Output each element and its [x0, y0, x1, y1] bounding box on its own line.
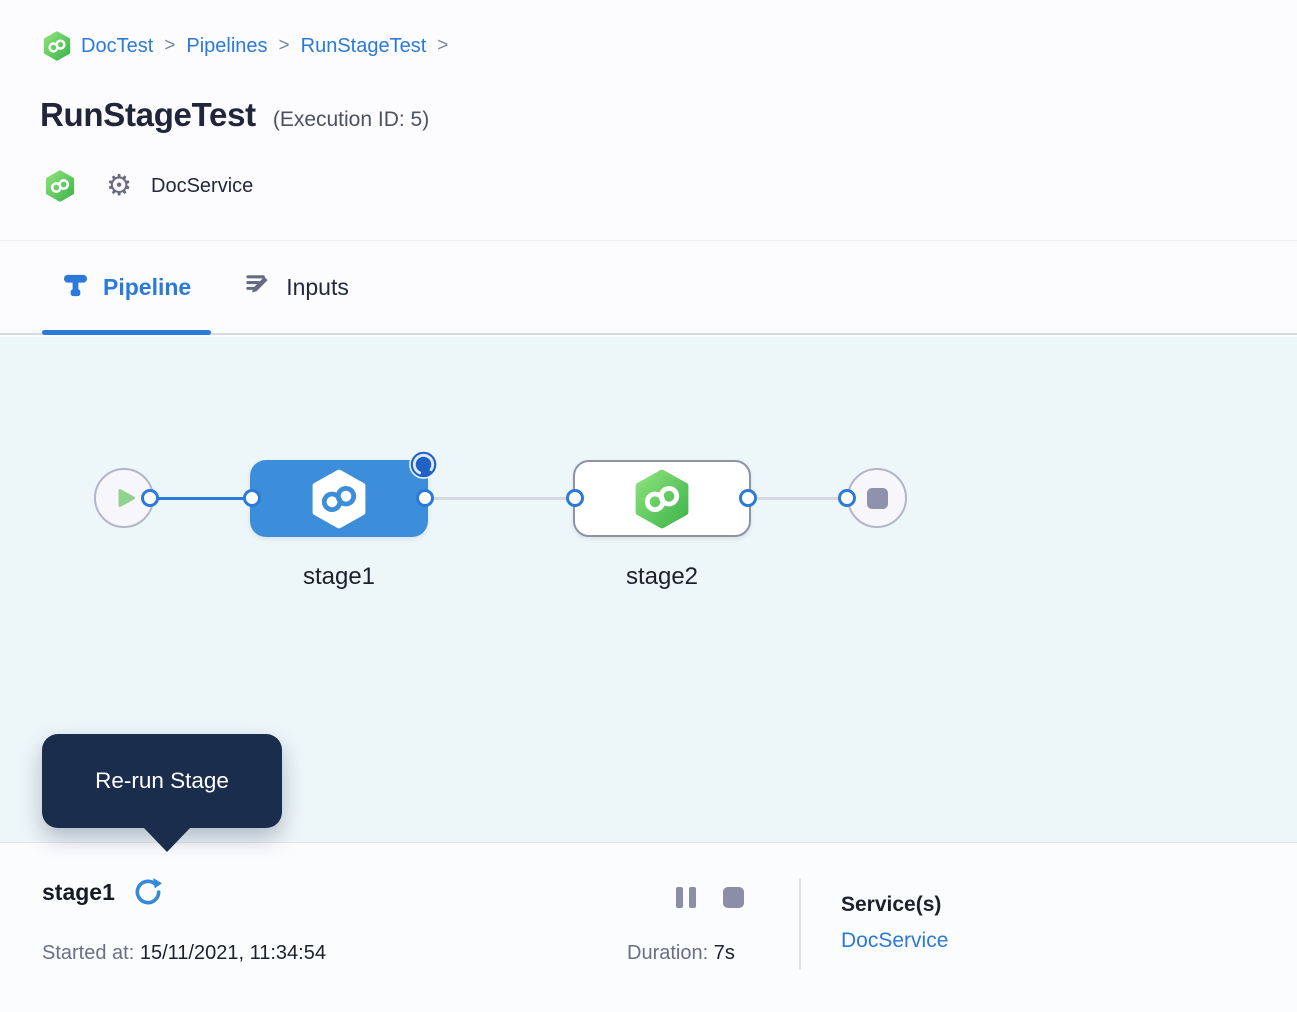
- stage-node-stage1[interactable]: [250, 460, 428, 537]
- started-at-row: Started at: 15/11/2021, 11:34:54: [42, 942, 326, 965]
- rerun-stage-tooltip: Re-run Stage: [42, 734, 282, 828]
- pipeline-end-node: [847, 468, 907, 528]
- running-spinner-icon: [408, 449, 439, 485]
- harness-stage-icon: [632, 469, 692, 529]
- harness-module-icon[interactable]: [42, 31, 72, 61]
- page-title: RunStageTest: [40, 96, 256, 134]
- gear-icon: ⚙: [106, 172, 132, 201]
- started-at-value: 15/11/2021, 11:34:54: [140, 942, 326, 964]
- duration-value: 7s: [714, 942, 735, 964]
- connector-port: [838, 489, 856, 507]
- breadcrumb-item-pipeline-name[interactable]: RunStageTest: [301, 35, 427, 58]
- abort-button[interactable]: [723, 887, 744, 908]
- title-row: RunStageTest (Execution ID: 5): [40, 96, 429, 134]
- tab-bar: Pipeline Inputs: [0, 240, 1297, 335]
- services-block: Service(s) DocService: [841, 893, 948, 953]
- tab-inputs-label: Inputs: [286, 274, 349, 301]
- tab-inputs[interactable]: Inputs: [225, 241, 369, 333]
- play-icon: [114, 486, 138, 510]
- breadcrumb-item-pipelines[interactable]: Pipelines: [186, 35, 267, 58]
- edge-stage2-to-end: [751, 497, 847, 500]
- services-label: Service(s): [841, 893, 948, 917]
- inputs-tab-icon: [245, 271, 272, 304]
- stop-icon: [723, 887, 744, 908]
- selected-stage-name: stage1: [42, 879, 115, 906]
- active-tab-underline: [42, 330, 211, 335]
- breadcrumb: DocTest > Pipelines > RunStageTest >: [42, 31, 450, 61]
- execution-id-label: (Execution ID: 5): [273, 108, 429, 132]
- pipeline-execution-page: DocTest > Pipelines > RunStageTest > Run…: [0, 0, 1297, 1012]
- rerun-stage-button[interactable]: [131, 875, 165, 909]
- pause-button[interactable]: [676, 887, 696, 908]
- service-link[interactable]: DocService: [841, 929, 948, 953]
- pause-icon: [689, 887, 696, 908]
- service-row: ⚙ DocService: [44, 168, 253, 204]
- breadcrumb-separator: >: [277, 35, 292, 57]
- stage-node-stage2[interactable]: [573, 460, 751, 537]
- tooltip-label: Re-run Stage: [95, 768, 229, 794]
- harness-stage-icon: [309, 469, 369, 529]
- connector-port: [566, 489, 584, 507]
- connector-port: [739, 489, 757, 507]
- tab-pipeline[interactable]: Pipeline: [42, 241, 211, 333]
- breadcrumb-item-project[interactable]: DocTest: [81, 35, 153, 58]
- harness-service-icon: [44, 170, 76, 202]
- started-at-label: Started at:: [42, 942, 134, 964]
- edge-stage1-to-stage2: [428, 497, 575, 500]
- stage1-label: stage1: [250, 563, 428, 591]
- stage-details-footer: stage1 Started at: 15/11/2021, 11:34:54 …: [0, 842, 1297, 1012]
- connector-port: [416, 489, 434, 507]
- footer-divider: [799, 878, 801, 970]
- stop-icon: [867, 488, 888, 509]
- duration-label: Duration:: [627, 942, 708, 964]
- breadcrumb-separator: >: [162, 35, 177, 57]
- execution-controls: [676, 887, 744, 908]
- pipeline-tab-icon: [62, 271, 89, 304]
- pause-icon: [676, 887, 683, 908]
- service-name: DocService: [151, 175, 253, 198]
- stage2-label: stage2: [573, 563, 751, 591]
- connector-port: [141, 489, 159, 507]
- edge-start-to-stage1: [150, 497, 252, 500]
- tab-pipeline-label: Pipeline: [103, 274, 191, 301]
- pipeline-canvas[interactable]: stage1 stage2 Re-run Stage: [0, 337, 1297, 842]
- connector-port: [243, 489, 261, 507]
- duration-row: Duration: 7s: [627, 942, 735, 965]
- breadcrumb-separator: >: [435, 35, 450, 57]
